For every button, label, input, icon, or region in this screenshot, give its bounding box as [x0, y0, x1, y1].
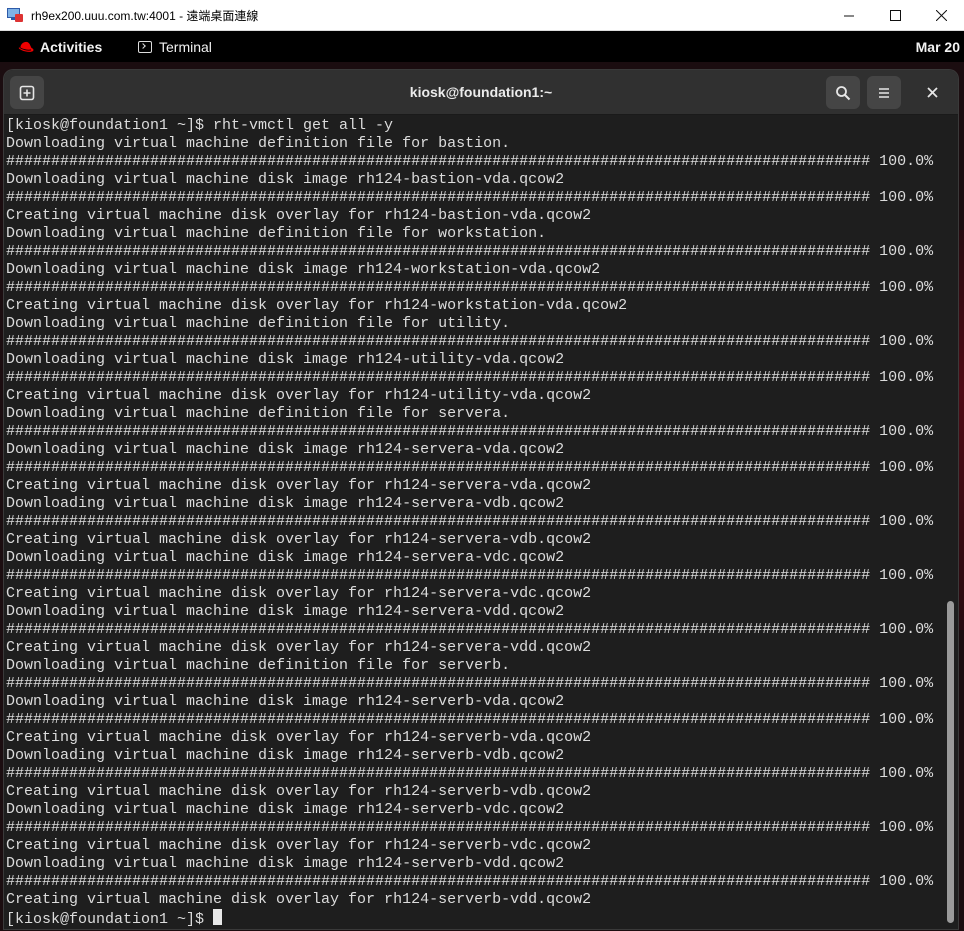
- text-cursor: [213, 909, 223, 925]
- terminal-line: Downloading virtual machine disk image r…: [6, 801, 565, 818]
- terminal-line: Downloading virtual machine disk image r…: [6, 603, 565, 620]
- terminal-scrollbar[interactable]: [947, 601, 954, 923]
- terminal-output[interactable]: [kiosk@foundation1 ~]$ rht-vmctl get all…: [4, 115, 958, 929]
- terminal-line: ########################################…: [6, 873, 934, 890]
- minimize-icon: [843, 15, 854, 17]
- terminal-line: ########################################…: [6, 711, 934, 728]
- redhat-logo-icon: [18, 41, 34, 52]
- minimize-button[interactable]: [826, 0, 872, 31]
- activities-label: Activities: [40, 38, 103, 55]
- terminal-line: Downloading virtual machine definition f…: [6, 405, 511, 422]
- terminal-line: Downloading virtual machine definition f…: [6, 225, 547, 242]
- search-button[interactable]: [826, 76, 860, 109]
- terminal-line: Downloading virtual machine disk image r…: [6, 261, 601, 278]
- app-menu-label: Terminal: [159, 38, 212, 55]
- terminal-line: ########################################…: [6, 459, 934, 476]
- clock[interactable]: Mar 20: [916, 31, 960, 62]
- terminal-line: Downloading virtual machine disk image r…: [6, 495, 565, 512]
- terminal-line: Downloading virtual machine disk image r…: [6, 441, 565, 458]
- terminal-line: ########################################…: [6, 621, 934, 638]
- terminal-line: Downloading virtual machine definition f…: [6, 315, 511, 332]
- window-title: rh9ex200.uuu.com.tw:4001 - 遠端桌面連線: [31, 8, 259, 23]
- terminal-headerbar: kiosk@foundation1:~: [4, 70, 958, 115]
- terminal-line: ########################################…: [6, 189, 934, 206]
- terminal-line: Downloading virtual machine disk image r…: [6, 855, 565, 872]
- terminal-line: Downloading virtual machine definition f…: [6, 135, 511, 152]
- terminal-line: Creating virtual machine disk overlay fo…: [6, 531, 592, 548]
- shell-prompt: [kiosk@foundation1 ~]$: [6, 911, 214, 927]
- rdp-titlebar: rh9ex200.uuu.com.tw:4001 - 遠端桌面連線: [0, 0, 964, 31]
- remote-desktop-icon: [7, 7, 23, 23]
- window-close-icon: [935, 10, 947, 21]
- terminal-line: ########################################…: [6, 675, 934, 692]
- terminal-text: [kiosk@foundation1 ~]$ rht-vmctl get all…: [6, 117, 942, 927]
- maximize-button[interactable]: [872, 0, 918, 31]
- clock-label: Mar 20: [915, 38, 960, 55]
- terminal-line: Creating virtual machine disk overlay fo…: [6, 297, 628, 314]
- new-tab-button[interactable]: [10, 76, 44, 109]
- terminal-icon: [138, 40, 152, 53]
- terminal-title: kiosk@foundation1:~: [409, 84, 553, 100]
- terminal-line: Downloading virtual machine disk image r…: [6, 747, 565, 764]
- terminal-window: kiosk@foundation1:~ [kiosk@foundation1 ~…: [4, 70, 958, 929]
- terminal-line: [kiosk@foundation1 ~]$ rht-vmctl get all…: [6, 117, 394, 134]
- terminal-line: ########################################…: [6, 333, 934, 350]
- close-icon: [926, 87, 938, 98]
- hamburger-menu-icon: [879, 87, 889, 98]
- terminal-line: ########################################…: [6, 513, 934, 530]
- search-icon: [836, 85, 851, 100]
- activities-button[interactable]: Activities: [17, 31, 102, 62]
- terminal-line: Creating virtual machine disk overlay fo…: [6, 639, 592, 656]
- maximize-icon: [889, 10, 901, 21]
- terminal-line: ########################################…: [6, 369, 934, 386]
- terminal-line: ########################################…: [6, 243, 934, 260]
- terminal-line: Creating virtual machine disk overlay fo…: [6, 783, 592, 800]
- terminal-line: ########################################…: [6, 567, 934, 584]
- terminal-line: ########################################…: [6, 153, 934, 170]
- terminal-line: Creating virtual machine disk overlay fo…: [6, 585, 592, 602]
- terminal-line: Creating virtual machine disk overlay fo…: [6, 729, 592, 746]
- terminal-line: ########################################…: [6, 765, 934, 782]
- terminal-line: Downloading virtual machine definition f…: [6, 657, 511, 674]
- new-tab-icon: [19, 85, 35, 100]
- terminal-close-button[interactable]: [915, 76, 949, 109]
- window-controls: [826, 0, 964, 31]
- gnome-top-bar: Activities Terminal Mar 20: [0, 31, 964, 62]
- menu-button[interactable]: [867, 76, 901, 109]
- app-menu-terminal[interactable]: Terminal: [138, 31, 212, 62]
- terminal-line: Creating virtual machine disk overlay fo…: [6, 477, 592, 494]
- terminal-line: Creating virtual machine disk overlay fo…: [6, 387, 592, 404]
- terminal-line: Downloading virtual machine disk image r…: [6, 171, 565, 188]
- terminal-line: Downloading virtual machine disk image r…: [6, 693, 565, 710]
- terminal-line: Creating virtual machine disk overlay fo…: [6, 207, 592, 224]
- terminal-line: Creating virtual machine disk overlay fo…: [6, 891, 592, 908]
- terminal-prompt-line: [kiosk@foundation1 ~]$: [6, 909, 942, 927]
- terminal-line: Downloading virtual machine disk image r…: [6, 549, 565, 566]
- window-close-button[interactable]: [918, 0, 964, 31]
- terminal-line: ########################################…: [6, 423, 934, 440]
- terminal-line: Creating virtual machine disk overlay fo…: [6, 837, 592, 854]
- terminal-line: Downloading virtual machine disk image r…: [6, 351, 565, 368]
- terminal-line: ########################################…: [6, 279, 934, 296]
- terminal-line: ########################################…: [6, 819, 934, 836]
